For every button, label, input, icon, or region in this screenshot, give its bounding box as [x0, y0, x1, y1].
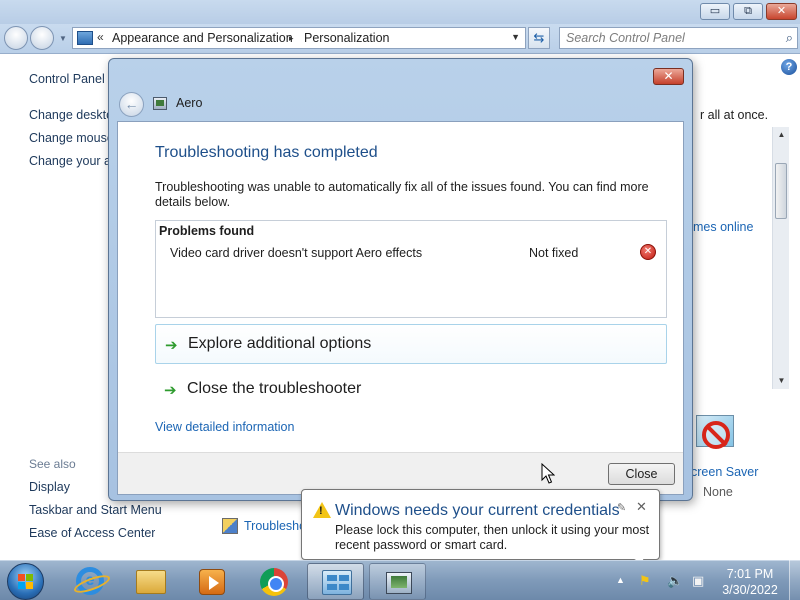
dialog-title: Aero: [176, 96, 203, 110]
taskbar-start-menu-link[interactable]: Taskbar and Start Menu: [29, 503, 162, 517]
screen-saver-link[interactable]: creen Saver: [691, 465, 758, 479]
action-center-warning-icon[interactable]: ⚑: [639, 573, 651, 589]
address-bar[interactable]: « Appearance and Personalization ▸ Perso…: [72, 27, 526, 49]
internet-explorer-icon: e: [76, 567, 104, 595]
problems-found-panel: Problems found Video card driver doesn't…: [155, 220, 667, 318]
control-panel-home-link[interactable]: Control Panel Home: [29, 72, 105, 86]
volume-icon[interactable]: 🔈: [667, 573, 683, 589]
taskbar-internet-explorer[interactable]: e: [61, 563, 118, 600]
change-account-picture-link[interactable]: Change your account picture: [29, 154, 109, 168]
dialog-footer: Close: [118, 452, 683, 494]
mouse-cursor-icon: [541, 463, 555, 484]
notification-text: Please lock this computer, then unlock i…: [335, 523, 650, 552]
theme-instruction-text: r all at once.: [700, 108, 769, 122]
screen-saver-value: None: [703, 485, 733, 499]
media-player-icon: [199, 569, 225, 595]
search-placeholder: Search Control Panel: [566, 31, 685, 45]
problem-status: Not fixed: [529, 246, 579, 260]
green-arrow-icon: ➔: [164, 382, 177, 399]
recent-pages-dropdown[interactable]: ▼: [59, 34, 67, 43]
theme-list-scrollbar[interactable]: ▲ ▼: [772, 127, 789, 389]
change-desktop-icons-link[interactable]: Change desktop icons: [29, 108, 109, 122]
network-icon[interactable]: ▣: [692, 573, 704, 589]
scroll-up-icon[interactable]: ▲: [773, 127, 790, 143]
show-hidden-icons-button[interactable]: ▲: [616, 575, 625, 585]
problem-name: Video card driver doesn't support Aero e…: [170, 246, 423, 260]
show-desktop-button[interactable]: [789, 560, 800, 600]
screen-saver-icon[interactable]: [694, 411, 738, 459]
start-button[interactable]: [7, 563, 44, 600]
notification-close-icon[interactable]: ✕: [636, 499, 647, 515]
search-input[interactable]: Search Control Panel ⌕: [559, 27, 798, 49]
change-mouse-pointers-link[interactable]: Change mouse pointers: [29, 131, 109, 145]
dialog-content: Troubleshooting has completed Troublesho…: [117, 121, 684, 495]
scroll-down-icon[interactable]: ▼: [773, 373, 790, 389]
display-link[interactable]: Display: [29, 480, 70, 494]
breadcrumb-appearance[interactable]: Appearance and Personalization: [112, 31, 293, 45]
troubleshoot-aero-link[interactable]: Troubleshoot problems with transparency …: [244, 519, 302, 533]
explore-options-button[interactable]: ➔ Explore additional options: [155, 324, 667, 364]
green-arrow-icon: ➔: [165, 337, 178, 354]
breadcrumb-personalization[interactable]: Personalization: [304, 31, 389, 45]
view-detailed-information-link[interactable]: View detailed information: [155, 420, 294, 434]
get-more-themes-link[interactable]: mes online: [693, 220, 753, 234]
ease-of-access-link[interactable]: Ease of Access Center: [29, 526, 155, 540]
options-icon[interactable]: ✎: [617, 501, 626, 514]
title-bar: ▭ ⧉ ✕: [0, 0, 800, 24]
error-icon: ✕: [640, 244, 656, 260]
completion-heading: Troubleshooting has completed: [155, 144, 378, 161]
aero-troubleshooter-icon: [386, 572, 412, 594]
taskbar-control-panel[interactable]: [307, 563, 364, 600]
back-arrow-icon[interactable]: ←: [119, 92, 144, 117]
control-panel-folder-icon: [77, 31, 93, 45]
search-icon[interactable]: ⌕: [786, 30, 793, 46]
close-window-button[interactable]: ✕: [766, 3, 797, 20]
windows-logo-icon: [18, 574, 34, 590]
minimize-button[interactable]: ▭: [700, 3, 730, 20]
dialog-close-button[interactable]: ✕: [653, 68, 684, 85]
clock-time: 7:01 PM: [726, 567, 774, 581]
navigation-bar: ▼ « Appearance and Personalization ▸ Per…: [0, 24, 800, 54]
chrome-icon: [260, 568, 288, 596]
warning-mark: !: [319, 505, 323, 517]
close-button[interactable]: Close: [608, 463, 675, 485]
taskbar-chrome[interactable]: [245, 563, 302, 600]
taskbar-windows-explorer[interactable]: [122, 563, 179, 600]
breadcrumb-overflow[interactable]: «: [97, 30, 104, 44]
taskbar-aero-troubleshooter[interactable]: [369, 563, 426, 600]
aero-troubleshooter-dialog: ✕ ← Aero Troubleshooting has completed T…: [108, 58, 693, 501]
close-troubleshooter-label: Close the troubleshooter: [187, 380, 362, 397]
explore-options-label: Explore additional options: [188, 335, 372, 352]
problems-header: Problems found: [159, 224, 255, 238]
shield-icon: [222, 518, 238, 534]
taskbar: e ▲ ⚑ 🔈 ▣: [0, 560, 800, 600]
help-icon[interactable]: ?: [781, 59, 797, 75]
maximize-button[interactable]: ⧉: [733, 3, 763, 20]
windows-explorer-icon: [136, 570, 166, 594]
completion-message: Troubleshooting was unable to automatica…: [155, 180, 649, 209]
scroll-thumb[interactable]: [775, 163, 787, 219]
aero-app-icon: [153, 97, 167, 110]
control-panel-icon: [322, 570, 352, 595]
taskbar-clock[interactable]: 7:01 PM 3/30/2022: [718, 566, 782, 598]
forward-button[interactable]: [30, 26, 54, 50]
credentials-notification[interactable]: ! Windows needs your current credentials…: [301, 489, 660, 573]
refresh-button[interactable]: ⇆: [528, 27, 550, 49]
see-also-heading: See also: [29, 457, 76, 471]
address-dropdown-icon[interactable]: ▼: [511, 32, 520, 42]
clock-date: 3/30/2022: [722, 583, 778, 597]
close-troubleshooter-button[interactable]: ➔ Close the troubleshooter: [155, 370, 667, 410]
back-button[interactable]: [4, 26, 28, 50]
breadcrumb-separator[interactable]: ▸: [289, 33, 294, 44]
notification-title[interactable]: Windows needs your current credentials: [335, 502, 620, 520]
taskbar-media-player[interactable]: [183, 563, 240, 600]
